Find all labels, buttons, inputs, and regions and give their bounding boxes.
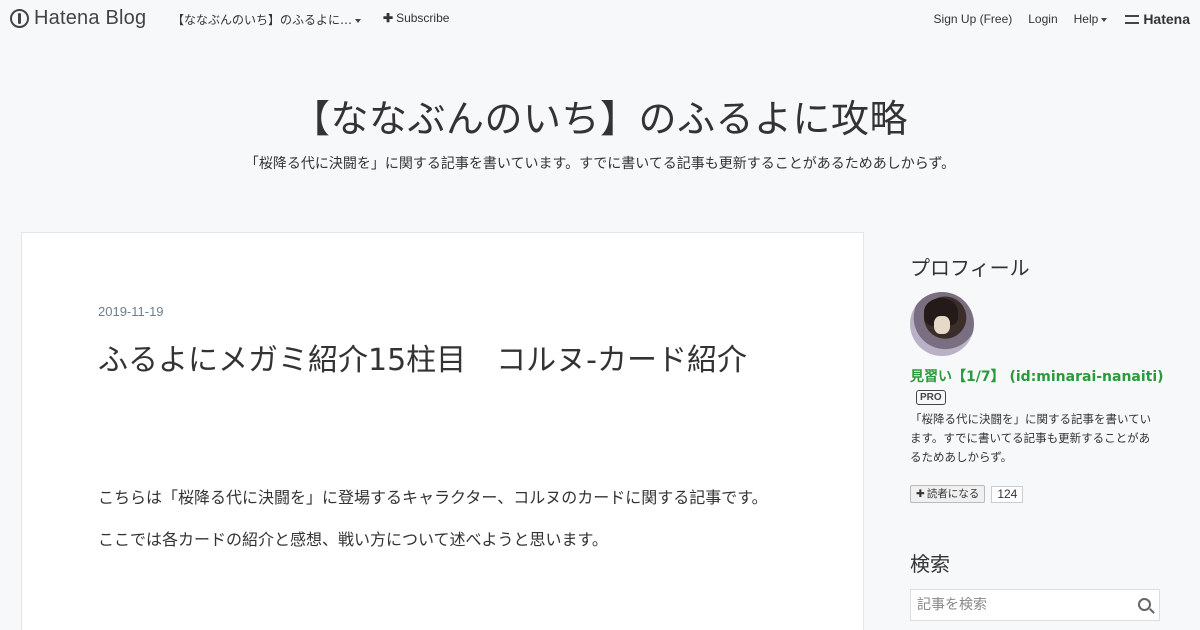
search-heading: 検索 bbox=[910, 552, 950, 576]
hatena-blog-logo-icon bbox=[10, 9, 29, 28]
reader-button-label: 読者になる bbox=[926, 488, 980, 500]
become-reader-button[interactable]: ✚ 読者になる bbox=[910, 485, 986, 503]
global-header: Hatena Blog 【ななぶんのいち】のふるよに… ✚ Subscribe S… bbox=[0, 0, 1200, 36]
header-right-menu: Sign Up (Free) Login Help Hatena bbox=[918, 11, 1190, 27]
avatar[interactable] bbox=[910, 292, 974, 356]
entry-card: 2019-11-19 ふるよにメガミ紹介15柱目 コルヌ-カード紹介 こちらは「… bbox=[21, 232, 864, 630]
search-input[interactable] bbox=[911, 597, 1126, 613]
hatena-logo-text: Hatena bbox=[1143, 11, 1190, 27]
hatena-logo[interactable]: Hatena bbox=[1125, 11, 1190, 27]
profile-description: 「桜降る代に決闘を」に関する記事を書いています。すでに書いてる記事も更新すること… bbox=[910, 412, 1152, 464]
blog-description: 「桜降る代に決闘を」に関する記事を書いています。すでに書いてる記事も更新すること… bbox=[244, 156, 956, 172]
entry-title[interactable]: ふるよにメガミ紹介15柱目 コルヌ-カード紹介 bbox=[98, 337, 778, 385]
pro-badge: PRO bbox=[916, 390, 946, 405]
caret-down-icon bbox=[355, 18, 362, 23]
plus-icon: ✚ bbox=[916, 488, 925, 500]
search-form bbox=[910, 589, 1160, 621]
blog-menu-label: 【ななぶんのいち】のふるよに… bbox=[172, 13, 353, 27]
subscribe-label: Subscribe bbox=[396, 11, 450, 25]
reader-subscribe-row: ✚ 読者になる 124 bbox=[910, 485, 1024, 503]
hatena-wave-icon bbox=[1125, 14, 1140, 24]
entry-date[interactable]: 2019-11-19 bbox=[98, 304, 164, 319]
help-label: Help bbox=[1073, 12, 1099, 26]
logo-text: Hatena Blog bbox=[34, 7, 147, 29]
sidebar: プロフィール 見習い【1/7】 (id:minarai-nanaiti) PRO… bbox=[910, 232, 1164, 621]
hatena-blog-logo[interactable]: Hatena Blog bbox=[10, 7, 146, 30]
profile-name-link[interactable]: 見習い【1/7】 (id:minarai-nanaiti) bbox=[910, 366, 1164, 386]
signup-link[interactable]: Sign Up (Free) bbox=[934, 12, 1013, 26]
plus-icon: ✚ bbox=[383, 11, 394, 25]
search-icon[interactable] bbox=[1138, 598, 1151, 611]
help-menu[interactable]: Help bbox=[1074, 12, 1108, 26]
entry-paragraph: こちらは「桜降る代に決闘を」に登場するキャラクター、コルヌのカードに関する記事で… bbox=[98, 488, 768, 507]
blog-title[interactable]: 【ななぶんのいち】のふるよに攻略 bbox=[0, 88, 1200, 143]
login-link[interactable]: Login bbox=[1028, 12, 1057, 26]
blog-menu-dropdown[interactable]: 【ななぶんのいち】のふるよに… bbox=[172, 11, 362, 28]
reader-count: 124 bbox=[991, 485, 1024, 503]
entry-paragraph: ここでは各カードの紹介と感想、戦い方について述べようと思います。 bbox=[98, 530, 608, 549]
caret-down-icon bbox=[1101, 17, 1108, 22]
profile-heading: プロフィール bbox=[910, 256, 1030, 280]
subscribe-button[interactable]: ✚ Subscribe bbox=[383, 11, 449, 25]
entry-body: こちらは「桜降る代に決闘を」に登場するキャラクター、コルヌのカードに関する記事で… bbox=[98, 483, 784, 567]
